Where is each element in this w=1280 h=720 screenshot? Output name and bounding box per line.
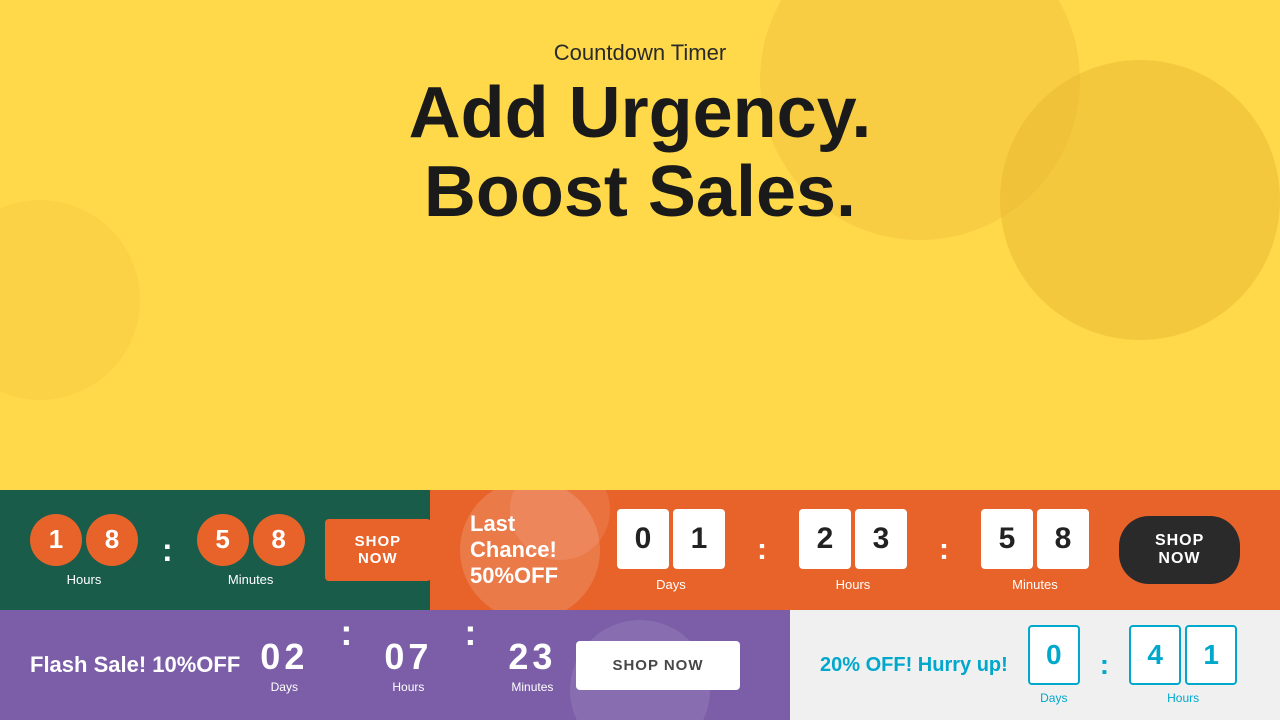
deco-circle-purple — [570, 620, 710, 720]
timer-hours-group: 1 8 Hours — [30, 514, 138, 587]
digit-hr-2: 3 — [855, 509, 907, 569]
digit-hours-light-2: 1 — [1185, 625, 1237, 685]
sep-purple-1: : — [328, 612, 364, 670]
digit-hours-purple: 07 — [384, 636, 432, 678]
widget-row-1: 1 8 Hours : 5 8 Minutes SHOP NOW Last Ch… — [0, 490, 1280, 610]
timer-minutes-digits-orange: 5 8 — [981, 509, 1089, 569]
timer-hours-digits-orange: 2 3 — [799, 509, 907, 569]
timer-minutes-purple: 23 Minutes — [508, 636, 556, 694]
widget-orange: Last Chance! 50%OFF 0 1 Days : 2 3 Hours… — [430, 490, 1280, 610]
digit-hr-1: 2 — [799, 509, 851, 569]
header-title: Add Urgency. Boost Sales. — [0, 74, 1280, 232]
digit-day-1: 0 — [617, 509, 669, 569]
widget-light: 20% OFF! Hurry up! 0 Days : 4 1 Hours — [790, 610, 1280, 720]
sep-days-hours: : — [755, 533, 769, 567]
shop-now-button-green[interactable]: SHOP NOW — [325, 519, 430, 581]
hours-label-light: Hours — [1167, 691, 1199, 705]
timer-hours-light: 4 1 Hours — [1129, 625, 1237, 705]
digit-min-2: 8 — [253, 514, 305, 566]
timer-minutes-digits: 5 8 — [197, 514, 305, 566]
digit-mn-2: 8 — [1037, 509, 1089, 569]
timer-days-purple: 02 Days — [260, 636, 308, 694]
sep-hours-minutes: : — [937, 533, 951, 567]
widgets-container: 1 8 Hours : 5 8 Minutes SHOP NOW Last Ch… — [0, 490, 1280, 720]
header-subtitle: Countdown Timer — [0, 40, 1280, 66]
timer-days-group: 0 1 Days — [617, 509, 725, 592]
digit-days-light: 0 — [1028, 625, 1080, 685]
timer-hours-digits: 1 8 — [30, 514, 138, 566]
hours-label: Hours — [67, 572, 102, 587]
title-line-1: Add Urgency. — [0, 74, 1280, 153]
sep-purple-2: : — [452, 612, 488, 670]
days-label-purple: Days — [271, 680, 298, 694]
timer-minutes-group: 5 8 Minutes — [197, 514, 305, 587]
timer-days-light: 0 Days — [1028, 625, 1080, 705]
hours-label-orange: Hours — [836, 577, 871, 592]
widget-row-2: Flash Sale! 10%OFF 02 Days : 07 Hours : … — [0, 610, 1280, 720]
timer-days-digits: 0 1 — [617, 509, 725, 569]
hours-label-purple: Hours — [392, 680, 424, 694]
light-sale-text: 20% OFF! Hurry up! — [820, 654, 1008, 677]
digit-hours-2: 8 — [86, 514, 138, 566]
days-label: Days — [656, 577, 686, 592]
header: Countdown Timer Add Urgency. Boost Sales… — [0, 0, 1280, 232]
digit-min-1: 5 — [197, 514, 249, 566]
minutes-label-purple: Minutes — [511, 680, 553, 694]
digit-hours-light-1: 4 — [1129, 625, 1181, 685]
timer-hours-light-digits: 4 1 — [1129, 625, 1237, 685]
purple-sale-text: Flash Sale! 10%OFF — [30, 652, 240, 678]
shop-now-button-orange[interactable]: SHOP NOW — [1119, 516, 1240, 584]
digit-days-purple: 02 — [260, 636, 308, 678]
digit-hours-1: 1 — [30, 514, 82, 566]
digit-mn-1: 5 — [981, 509, 1033, 569]
separator-1: : — [158, 532, 177, 569]
timer-days-light-digits: 0 — [1028, 625, 1080, 685]
sep-light-1: : — [1100, 649, 1109, 681]
title-line-2: Boost Sales. — [0, 153, 1280, 232]
digit-minutes-purple: 23 — [508, 636, 556, 678]
minutes-label: Minutes — [228, 572, 274, 587]
widget-purple: Flash Sale! 10%OFF 02 Days : 07 Hours : … — [0, 610, 790, 720]
timer-minutes-group-orange: 5 8 Minutes — [981, 509, 1089, 592]
days-label-light: Days — [1040, 691, 1067, 705]
widget-green: 1 8 Hours : 5 8 Minutes SHOP NOW — [0, 490, 430, 610]
timer-hours-group-orange: 2 3 Hours — [799, 509, 907, 592]
digit-day-2: 1 — [673, 509, 725, 569]
timer-hours-purple: 07 Hours — [384, 636, 432, 694]
minutes-label-orange: Minutes — [1012, 577, 1058, 592]
